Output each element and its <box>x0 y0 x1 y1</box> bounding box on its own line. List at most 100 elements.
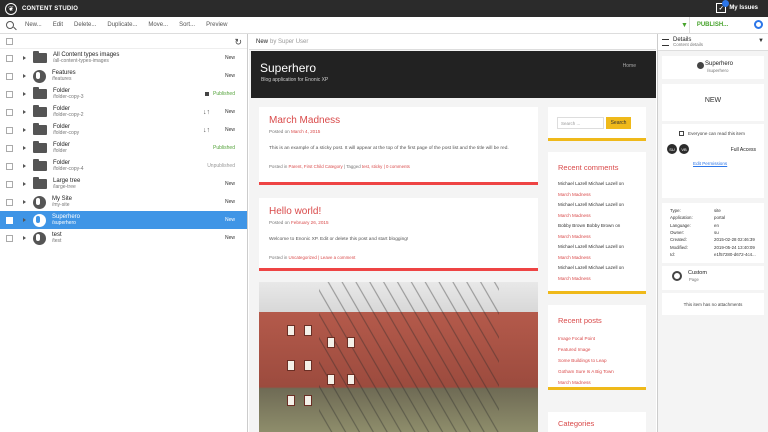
details-header[interactable]: Details Content details ▼ <box>658 34 768 51</box>
content-studio-logo-icon: ❦ <box>5 2 17 15</box>
row-checkbox[interactable] <box>6 216 13 224</box>
my-issues-button[interactable]: ✓ My Issues <box>716 0 758 13</box>
row-checkbox[interactable] <box>6 108 13 116</box>
recent-comment-line[interactable]: March Madness <box>558 276 591 281</box>
recent-comment-line[interactable]: March Madness <box>558 234 591 239</box>
content-summary-card: Superhero /superhero <box>662 56 764 79</box>
row-checkbox[interactable] <box>6 90 13 98</box>
metadata-label: Language: <box>670 222 691 228</box>
recent-comment-line[interactable]: Bobby Brown Bobby Brown on <box>558 223 620 228</box>
content-row[interactable]: My Site /my-site New <box>0 193 247 211</box>
expand-arrow-icon[interactable] <box>23 164 26 168</box>
post-footer-prefix: Posted in <box>269 255 288 260</box>
expand-arrow-icon[interactable] <box>23 146 26 150</box>
move-button[interactable]: Move... <box>148 22 168 28</box>
row-checkbox[interactable] <box>6 72 13 80</box>
content-row[interactable]: Folder /folder-copy ↓↑ New <box>0 121 247 139</box>
row-checkbox[interactable] <box>6 234 13 242</box>
recent-post-link[interactable]: Gotham Sure Is A Big Town <box>558 369 614 374</box>
settings-gear-icon[interactable] <box>754 20 763 29</box>
content-row[interactable]: All Content types images /all-content-ty… <box>0 49 247 67</box>
expand-arrow-icon[interactable] <box>23 218 26 222</box>
post-date: Posted on February 26, 2015 <box>269 220 329 225</box>
edit-permissions-link[interactable]: Edit Permissions <box>693 161 727 166</box>
row-checkbox[interactable] <box>6 198 13 206</box>
recent-comment-line[interactable]: Michael Lazell Michael Lazell on <box>558 181 624 186</box>
content-row[interactable]: Folder /folder-copy-3 Published <box>0 85 247 103</box>
expand-arrow-icon[interactable] <box>23 128 26 132</box>
edit-button[interactable]: Edit <box>53 22 63 28</box>
content-row[interactable]: Features /features New <box>0 67 247 85</box>
search-icon[interactable] <box>6 21 14 29</box>
post-date-link[interactable]: March 4, 2015 <box>291 129 320 134</box>
expand-arrow-icon[interactable] <box>23 182 26 186</box>
delete-button[interactable]: Delete... <box>74 22 96 28</box>
content-row[interactable]: Folder /folder-copy-2 ↓↑ New <box>0 103 247 121</box>
recent-comment-line[interactable]: March Madness <box>558 192 591 197</box>
content-row[interactable]: Folder /folder-copy-4 Unpublished <box>0 157 247 175</box>
content-row[interactable]: test /test New <box>0 229 247 247</box>
comments-link[interactable]: | 0 comments <box>384 164 410 169</box>
content-row[interactable]: Large tree /large-tree New <box>0 175 247 193</box>
post-date-link[interactable]: February 26, 2015 <box>291 220 329 225</box>
sort-button[interactable]: Sort... <box>179 22 195 28</box>
sidebar-search: Search ... Search <box>557 117 635 129</box>
expand-arrow-icon[interactable] <box>23 56 26 60</box>
new-button[interactable]: New... <box>25 22 42 28</box>
row-checkbox[interactable] <box>6 54 13 62</box>
globe-icon <box>33 195 46 209</box>
sort-order-icon: ↓↑ <box>203 108 210 116</box>
recent-comment-line[interactable]: Michael Lazell Michael Lazell on <box>558 265 624 270</box>
recent-comment-line[interactable]: March Madness <box>558 213 591 218</box>
site-globe-icon <box>697 62 704 69</box>
recent-comment-line[interactable]: Michael Lazell Michael Lazell on <box>558 202 624 207</box>
details-dropdown-icon[interactable]: ▼ <box>758 38 764 44</box>
sidebar-search-button[interactable]: Search <box>606 117 631 129</box>
category-links[interactable]: Parent, First Child Category <box>289 164 343 169</box>
content-text: All Content types images /all-content-ty… <box>53 52 119 64</box>
expand-arrow-icon[interactable] <box>23 74 26 78</box>
tag-links[interactable]: test, sticky <box>362 164 383 169</box>
row-checkbox[interactable] <box>6 144 13 152</box>
home-link[interactable]: Home <box>623 63 636 69</box>
avatar-vb: VB <box>679 144 689 154</box>
tag-prefix: | Tagged <box>343 164 361 169</box>
expand-arrow-icon[interactable] <box>23 92 26 96</box>
content-row[interactable]: Superhero /superhero New <box>0 211 247 229</box>
status-badge: New <box>224 73 235 79</box>
recent-post-link[interactable]: Featured Image <box>558 347 590 352</box>
recent-posts-widget: Recent posts Image Focal Point Featured I… <box>548 305 646 390</box>
preview-author: by Super User <box>270 38 309 45</box>
refresh-icon[interactable]: ↻ <box>234 37 242 48</box>
recent-comments-widget: Recent comments Michael Lazell Michael L… <box>548 152 646 294</box>
select-all-checkbox[interactable] <box>6 37 13 45</box>
publish-dropdown-icon[interactable]: ▼ <box>681 22 688 29</box>
content-row[interactable]: Folder /folder Published <box>0 139 247 157</box>
recent-post-link[interactable]: Image Focal Point <box>558 336 595 341</box>
duplicate-button[interactable]: Duplicate... <box>107 22 137 28</box>
metadata-label: Modified: <box>670 244 688 250</box>
recent-comment-line[interactable]: Michael Lazell Michael Lazell on <box>558 244 624 249</box>
details-panel: Details Content details ▼ Superhero /sup… <box>657 34 768 432</box>
comments-link[interactable]: | Leave a comment <box>318 255 355 260</box>
expand-arrow-icon[interactable] <box>23 236 26 240</box>
expand-arrow-icon[interactable] <box>23 200 26 204</box>
preview-button[interactable]: Preview <box>206 22 227 28</box>
sidebar-search-input[interactable]: Search ... <box>557 117 604 129</box>
category-links[interactable]: Uncategorized <box>289 255 317 260</box>
recent-comment-line[interactable]: March Madness <box>558 255 591 260</box>
publish-button[interactable]: ▼ PUBLISH... <box>681 17 735 33</box>
row-checkbox[interactable] <box>6 162 13 170</box>
expand-arrow-icon[interactable] <box>23 110 26 114</box>
row-checkbox[interactable] <box>6 180 13 188</box>
row-checkbox[interactable] <box>6 126 13 134</box>
content-tree-panel: ↻ All Content types images /all-content-… <box>0 34 248 432</box>
post-title[interactable]: March Madness <box>269 115 340 126</box>
recent-post-link[interactable]: Some Buildings to Leap <box>558 358 607 363</box>
content-text: test /test <box>52 232 62 244</box>
content-text: Features /features <box>52 70 76 82</box>
top-bar: ❦ CONTENT STUDIO ✓ My Issues <box>0 0 768 17</box>
post-title[interactable]: Hello world! <box>269 206 321 217</box>
status-badge: New <box>224 217 235 223</box>
recent-post-link[interactable]: March Madness <box>558 380 591 385</box>
